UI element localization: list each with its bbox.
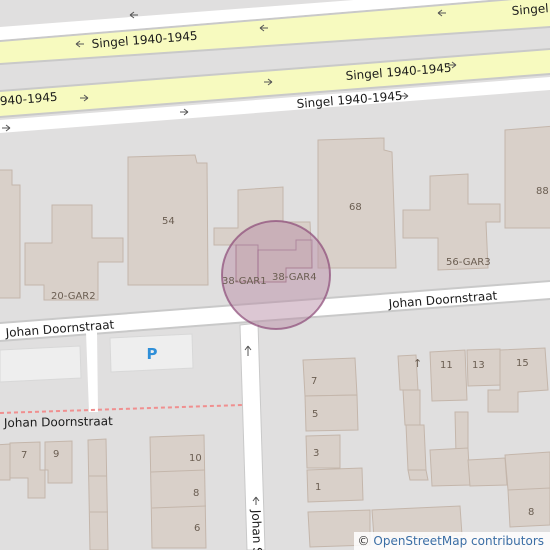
entrance-marker: ↑ xyxy=(413,357,422,370)
house-number: 9 xyxy=(53,449,59,460)
attribution: © OpenStreetMap contributors xyxy=(353,532,550,550)
house-number: 20-GAR2 xyxy=(51,291,96,302)
house-number: 56-GAR3 xyxy=(446,257,491,268)
house-number: 5 xyxy=(312,409,318,420)
singel-top-label: Singel xyxy=(511,1,549,18)
johan-doornstraat-label-lower: Johan Doornstraat xyxy=(3,414,113,430)
map-layer: Singel Singel 1940-1945 Singel 1940-1945… xyxy=(0,0,550,550)
house-number: 54 xyxy=(162,216,175,227)
house-number: 10 xyxy=(189,453,202,464)
house-number: 8 xyxy=(528,507,534,518)
house-number: 68 xyxy=(349,202,362,213)
parking-area-left[interactable] xyxy=(0,345,82,383)
house-number: 38-GAR1 xyxy=(222,276,267,287)
house-number: 88 xyxy=(536,186,549,197)
house-number: 7 xyxy=(311,376,317,387)
house-number: 6 xyxy=(194,523,200,534)
house-number: 38-GAR4 xyxy=(272,272,317,283)
parking-symbol[interactable]: P xyxy=(147,345,158,363)
house-number: 15 xyxy=(516,358,529,369)
house-number: 13 xyxy=(472,360,485,371)
house-number: 8 xyxy=(193,488,199,499)
copyright-symbol: © xyxy=(357,534,370,548)
house-number: 7 xyxy=(21,450,27,461)
johan-vertical-label: Johan S xyxy=(249,509,265,550)
map-canvas[interactable]: Singel Singel 1940-1945 Singel 1940-1945… xyxy=(0,0,550,550)
attribution-link[interactable]: OpenStreetMap contributors xyxy=(373,534,544,548)
house-number: 11 xyxy=(440,360,453,371)
house-number: 3 xyxy=(313,448,319,459)
house-number: 1 xyxy=(315,482,321,493)
